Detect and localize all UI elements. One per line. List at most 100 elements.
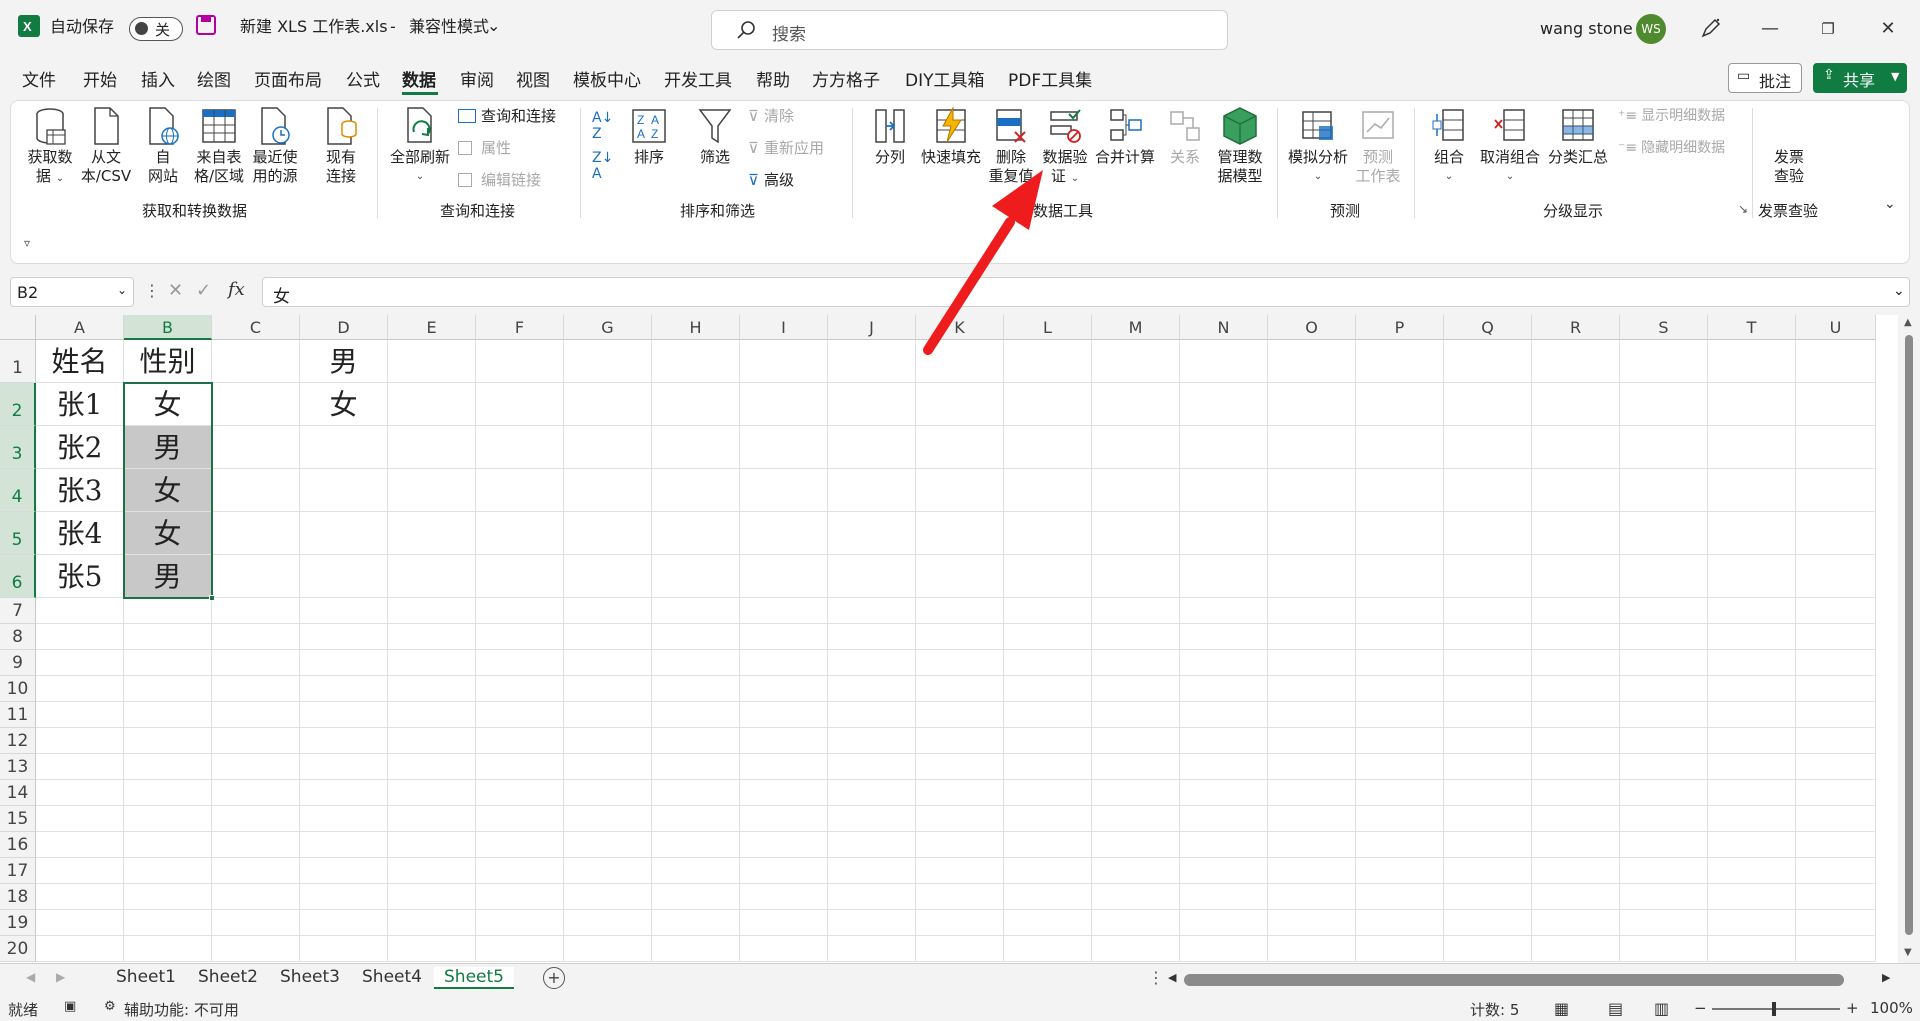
cell-d16[interactable]	[300, 832, 388, 858]
cell-e20[interactable]	[388, 936, 476, 962]
column-header-m[interactable]: M	[1092, 315, 1180, 340]
cell-i20[interactable]	[740, 936, 828, 962]
cell-r8[interactable]	[1532, 624, 1620, 650]
cell-e19[interactable]	[388, 910, 476, 936]
row-header-3[interactable]: 3	[0, 426, 36, 469]
cell-n9[interactable]	[1180, 650, 1268, 676]
autosave-toggle[interactable]: 关	[129, 17, 183, 41]
cell-c12[interactable]	[212, 728, 300, 754]
cell-j17[interactable]	[828, 858, 916, 884]
cell-t14[interactable]	[1708, 780, 1796, 806]
cell-g3[interactable]	[564, 426, 652, 469]
cell-r14[interactable]	[1532, 780, 1620, 806]
cell-s8[interactable]	[1620, 624, 1708, 650]
cell-h17[interactable]	[652, 858, 740, 884]
cell-i12[interactable]	[740, 728, 828, 754]
cell-u9[interactable]	[1796, 650, 1876, 676]
cell-n14[interactable]	[1180, 780, 1268, 806]
cell-g19[interactable]	[564, 910, 652, 936]
cell-k4[interactable]	[916, 469, 1004, 512]
cell-e4[interactable]	[388, 469, 476, 512]
cell-n7[interactable]	[1180, 598, 1268, 624]
cell-d15[interactable]	[300, 806, 388, 832]
cell-e10[interactable]	[388, 676, 476, 702]
cell-n8[interactable]	[1180, 624, 1268, 650]
column-header-u[interactable]: U	[1796, 315, 1876, 340]
formula-input[interactable]: 女 ⌄	[262, 277, 1910, 307]
cell-k15[interactable]	[916, 806, 1004, 832]
cell-o11[interactable]	[1268, 702, 1356, 728]
cell-a17[interactable]	[36, 858, 124, 884]
cell-p4[interactable]	[1356, 469, 1444, 512]
edit-links-button[interactable]: 编辑链接	[458, 170, 541, 190]
cell-a15[interactable]	[36, 806, 124, 832]
cell-j3[interactable]	[828, 426, 916, 469]
cell-n10[interactable]	[1180, 676, 1268, 702]
cell-j7[interactable]	[828, 598, 916, 624]
cell-d2[interactable]: 女	[300, 383, 388, 426]
cell-f6[interactable]	[476, 555, 564, 598]
reapply-button[interactable]: ⊽ 重新应用	[748, 138, 824, 158]
cell-f8[interactable]	[476, 624, 564, 650]
cell-o6[interactable]	[1268, 555, 1356, 598]
cell-h4[interactable]	[652, 469, 740, 512]
cell-d9[interactable]	[300, 650, 388, 676]
cell-n12[interactable]	[1180, 728, 1268, 754]
cell-g20[interactable]	[564, 936, 652, 962]
cell-q20[interactable]	[1444, 936, 1532, 962]
cell-q16[interactable]	[1444, 832, 1532, 858]
row-header-10[interactable]: 10	[0, 676, 36, 702]
cell-q1[interactable]	[1444, 340, 1532, 383]
cell-s1[interactable]	[1620, 340, 1708, 383]
cell-j14[interactable]	[828, 780, 916, 806]
column-header-a[interactable]: A	[36, 315, 124, 340]
menu-page-layout[interactable]: 页面布局	[254, 66, 322, 91]
cell-i18[interactable]	[740, 884, 828, 910]
cell-o16[interactable]	[1268, 832, 1356, 858]
add-sheet-icon[interactable]: +	[543, 967, 565, 989]
cell-j18[interactable]	[828, 884, 916, 910]
cell-h1[interactable]	[652, 340, 740, 383]
cell-b9[interactable]	[124, 650, 212, 676]
cell-t19[interactable]	[1708, 910, 1796, 936]
remove-duplicates-button[interactable]: 删除 重复值	[984, 106, 1038, 186]
page-layout-view-icon[interactable]: ▤	[1608, 999, 1623, 1018]
sheet-tab-3[interactable]: Sheet3	[280, 967, 340, 987]
cell-n13[interactable]	[1180, 754, 1268, 780]
zoom-in-icon[interactable]: +	[1846, 999, 1859, 1017]
cell-a13[interactable]	[36, 754, 124, 780]
refresh-all-button[interactable]: 全部刷新 ⌄	[385, 106, 455, 186]
cell-b18[interactable]	[124, 884, 212, 910]
cell-s16[interactable]	[1620, 832, 1708, 858]
cell-f11[interactable]	[476, 702, 564, 728]
cell-e17[interactable]	[388, 858, 476, 884]
cell-i1[interactable]	[740, 340, 828, 383]
relationships-button[interactable]: 关系	[1160, 106, 1210, 167]
cancel-icon[interactable]: ✕	[168, 280, 183, 301]
sheet-tab-4[interactable]: Sheet4	[362, 967, 422, 987]
cell-a5[interactable]: 张4	[36, 512, 124, 555]
cell-n16[interactable]	[1180, 832, 1268, 858]
cell-r2[interactable]	[1532, 383, 1620, 426]
name-box[interactable]: B2 ⌄	[10, 277, 134, 307]
cell-k18[interactable]	[916, 884, 1004, 910]
cell-t11[interactable]	[1708, 702, 1796, 728]
cell-l11[interactable]	[1004, 702, 1092, 728]
cell-t6[interactable]	[1708, 555, 1796, 598]
cell-a9[interactable]	[36, 650, 124, 676]
hscroll-left-icon[interactable]: ◀	[1168, 971, 1176, 984]
cell-t8[interactable]	[1708, 624, 1796, 650]
zoom-out-icon[interactable]: −	[1694, 999, 1707, 1017]
tab-scroll-right-icon[interactable]: ▶	[56, 970, 65, 984]
cell-c4[interactable]	[212, 469, 300, 512]
row-header-20[interactable]: 20	[0, 936, 36, 962]
show-detail-button[interactable]: ⁺≡ 显示明细数据	[1618, 106, 1725, 126]
cell-d8[interactable]	[300, 624, 388, 650]
cell-l12[interactable]	[1004, 728, 1092, 754]
cell-n15[interactable]	[1180, 806, 1268, 832]
cell-i16[interactable]	[740, 832, 828, 858]
cell-f1[interactable]	[476, 340, 564, 383]
cell-e5[interactable]	[388, 512, 476, 555]
zoom-slider-thumb[interactable]	[1772, 1002, 1776, 1016]
cell-o7[interactable]	[1268, 598, 1356, 624]
